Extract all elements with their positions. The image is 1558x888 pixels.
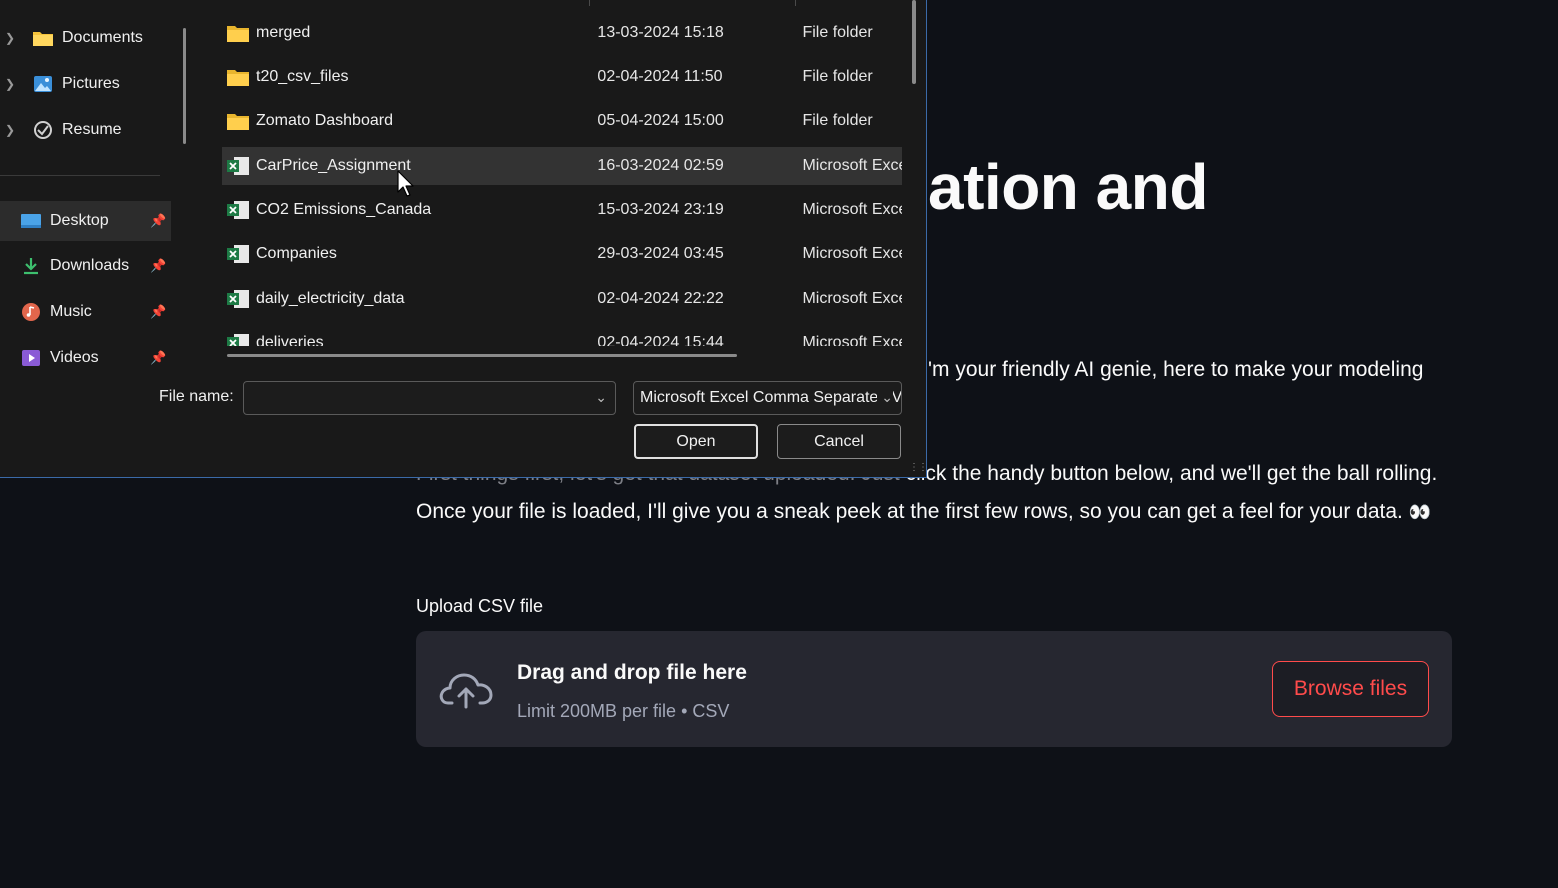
nav-item-label: Music [50,303,92,320]
cloud-upload-icon [439,673,493,709]
file-date: 15-03-2024 23:19 [597,201,724,218]
file-date: 13-03-2024 15:18 [597,24,724,41]
nav-scrollbar[interactable] [183,28,186,144]
file-name: daily_electricity_data [256,290,405,307]
resume-folder-icon [32,120,54,140]
mouse-cursor-icon [397,170,414,197]
chevron-down-icon[interactable]: ⌄ [595,389,607,406]
excel-csv-icon [226,333,250,346]
chevron-right-icon[interactable]: ❯ [2,77,18,91]
file-type: File folder [802,68,873,85]
file-date: 02-04-2024 15:44 [597,334,724,346]
excel-csv-icon [226,244,250,264]
downloads-icon [20,256,42,276]
music-icon [20,302,42,322]
chevron-down-icon: ⌄ [877,389,893,406]
file-row[interactable]: t20_csv_files 02-04-2024 11:50 File fold… [222,58,902,96]
file-row[interactable]: daily_electricity_data 02-04-2024 22:22 … [222,280,902,318]
file-row[interactable]: CO2 Emissions_Canada 15-03-2024 23:19 Mi… [222,191,902,229]
file-row[interactable]: Companies 29-03-2024 03:45 Microsoft Exc… [222,235,902,273]
pin-icon[interactable]: 📌 [150,258,166,274]
file-type: Microsoft Excel Comma Separated Values F… [802,201,902,218]
folder-icon [226,111,250,131]
file-name: CarPrice_Assignment [256,157,411,174]
column-separator[interactable] [795,0,796,6]
file-name-label: File name: [159,388,234,405]
nav-item-pictures[interactable]: ❯ Pictures [0,64,180,104]
documents-folder-icon [32,28,54,48]
nav-item-label: Resume [62,121,122,138]
file-dropzone[interactable]: Drag and drop file here Limit 200MB per … [416,631,1452,747]
file-list-horizontal-scrollbar[interactable] [227,354,737,357]
navigation-pane: ❯ Documents ❯ Pictures ❯ Resume Desktop … [0,0,200,368]
nav-item-label: Downloads [50,257,130,274]
excel-csv-icon [226,156,250,176]
nav-item-label: Videos [50,349,99,366]
file-row[interactable]: Zomato Dashboard 05-04-2024 15:00 File f… [222,102,902,140]
videos-icon [20,348,42,368]
file-list: merged 13-03-2024 15:18 File folder t20_… [200,0,916,346]
file-type: Microsoft Excel Comma Separated Values F… [802,157,902,174]
nav-item-label: Desktop [50,212,109,229]
file-name-combobox[interactable]: ⌄ [243,381,616,415]
pictures-folder-icon [32,74,54,94]
file-name: Companies [256,245,337,262]
nav-divider [0,175,160,176]
folder-icon [226,67,250,87]
excel-csv-icon [226,289,250,309]
nav-item-documents[interactable]: ❯ Documents [0,18,180,58]
page-title: ation and [928,151,1208,223]
pin-icon[interactable]: 📌 [150,213,166,229]
file-date: 05-04-2024 15:00 [597,112,724,129]
nav-item-music[interactable]: Music 📌 [0,292,180,332]
file-name: t20_csv_files [256,68,349,85]
chevron-right-icon[interactable]: ❯ [2,31,18,45]
dropzone-title: Drag and drop file here [517,661,747,684]
nav-item-downloads[interactable]: Downloads 📌 [0,246,180,286]
pin-icon[interactable]: 📌 [150,350,166,366]
file-row[interactable]: CarPrice_Assignment 16-03-2024 02:59 Mic… [222,147,902,185]
eyes-emoji-icon: 👀 [1408,502,1432,523]
file-date: 16-03-2024 02:59 [597,157,724,174]
file-name-input[interactable] [244,382,584,414]
folder-icon [226,23,250,43]
file-open-dialog: ❯ Documents ❯ Pictures ❯ Resume Desktop … [0,0,928,478]
browse-files-button[interactable]: Browse files [1272,661,1429,717]
file-type: File folder [802,24,873,41]
file-date: 29-03-2024 03:45 [597,245,724,262]
excel-csv-icon [226,200,250,220]
upload-label: Upload CSV file [416,596,544,616]
file-list-vertical-scrollbar[interactable] [912,0,916,84]
nav-item-desktop[interactable]: Desktop 📌 [0,201,171,241]
file-type: File folder [802,112,873,129]
file-name: deliveries [256,334,324,346]
file-name: Zomato Dashboard [256,112,393,129]
dropzone-limit: Limit 200MB per file • CSV [517,701,730,721]
nav-item-label: Pictures [62,75,120,92]
nav-item-videos[interactable]: Videos 📌 [0,338,180,378]
nav-item-label: Documents [62,29,143,46]
nav-item-resume[interactable]: ❯ Resume [0,110,180,150]
file-date: 02-04-2024 22:22 [597,290,724,307]
file-name: CO2 Emissions_Canada [256,201,432,218]
file-date: 02-04-2024 11:50 [597,68,723,85]
file-type: Microsoft Excel Comma Separated Values F… [802,290,902,307]
pin-icon[interactable]: 📌 [150,304,166,320]
intro-paragraph: 'm your friendly AI genie, here to make … [928,358,1424,381]
file-row[interactable]: merged 13-03-2024 15:18 File folder [222,14,902,52]
column-separator[interactable] [589,0,590,6]
file-type-select-value: Microsoft Excel Comma Separated Values F… [640,389,902,406]
file-type: Microsoft Excel Comma Separated Values F… [802,334,902,346]
open-button[interactable]: Open [634,424,758,459]
resize-grip-icon[interactable]: ⋮⋮ [909,462,928,473]
cancel-button[interactable]: Cancel [777,424,901,459]
file-name: merged [256,24,311,41]
chevron-right-icon[interactable]: ❯ [2,123,18,137]
file-type: Microsoft Excel Comma Separated Values F… [802,245,902,262]
file-type-select[interactable]: Microsoft Excel Comma Separated Values F… [633,381,902,415]
desktop-icon [20,211,42,231]
file-row[interactable]: deliveries 02-04-2024 15:44 Microsoft Ex… [222,324,902,346]
